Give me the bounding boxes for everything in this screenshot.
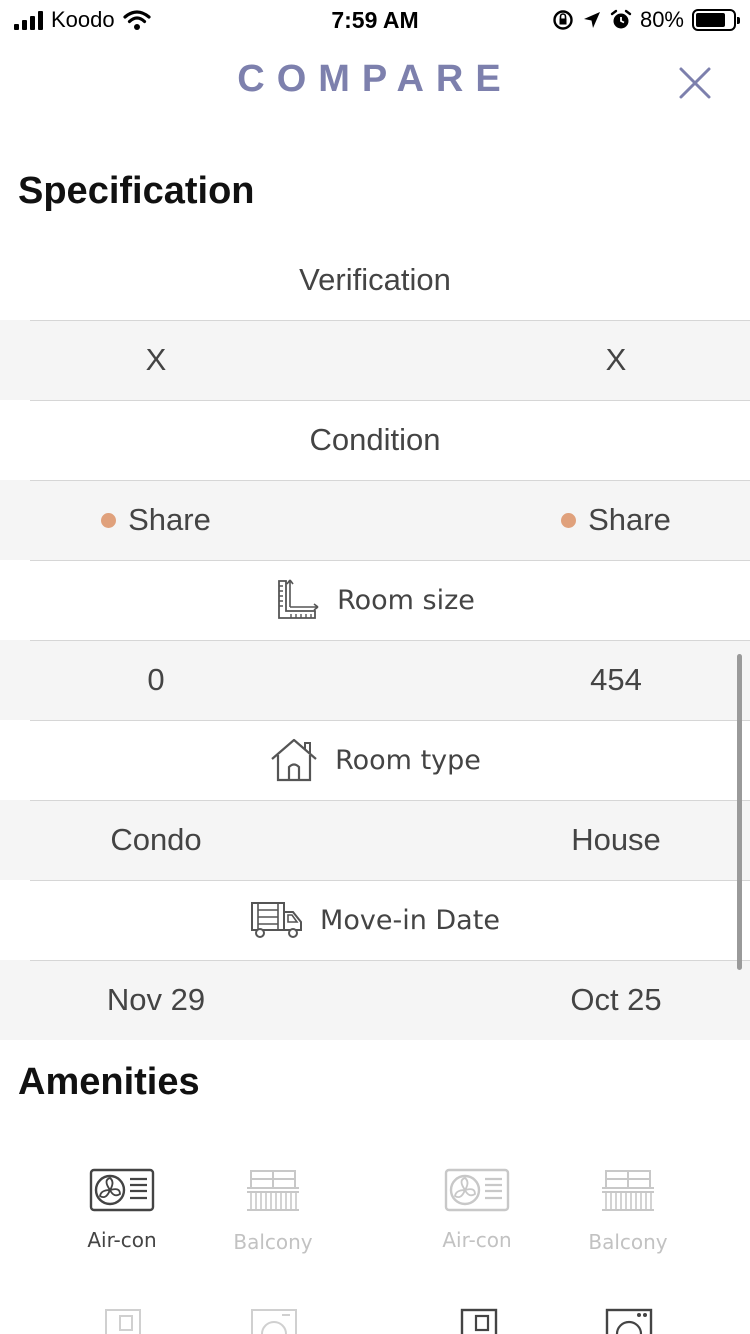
- spec-label-row: Condition: [0, 400, 750, 480]
- balcony-icon: [247, 1170, 299, 1211]
- spec-value-row: X X: [0, 320, 750, 400]
- alarm-icon: [610, 9, 632, 29]
- condition-left-text: Share: [128, 502, 211, 537]
- room-type-right-value: House: [571, 822, 661, 857]
- amenity-item: Air-con: [402, 1168, 552, 1252]
- status-bar: Koodo 7:59 AM 80%: [0, 0, 750, 40]
- scrollbar[interactable]: [737, 654, 742, 970]
- spec-value-row: Share Share: [0, 480, 750, 560]
- cell-signal-icon: [14, 10, 43, 30]
- spec-label-row: Move-in Date: [0, 880, 750, 960]
- specification-title: Specification: [18, 170, 255, 212]
- condition-right-text: Share: [588, 502, 671, 537]
- moving-truck-icon: [251, 902, 303, 938]
- status-right: 80%: [552, 7, 740, 33]
- condition-right-value: Share: [466, 480, 750, 560]
- verification-right-value: X: [605, 342, 627, 377]
- dryer-icon: [605, 1308, 653, 1334]
- spec-value-row: Condo House: [0, 800, 750, 880]
- spec-label-row: Room type: [0, 720, 750, 800]
- air-con-icon: [444, 1168, 510, 1212]
- washer-icon: [460, 1308, 498, 1334]
- close-icon[interactable]: [676, 64, 714, 102]
- amenities-title: Amenities: [18, 1061, 200, 1103]
- carrier-label: Koodo: [51, 7, 115, 32]
- verification-label: Verification: [299, 262, 451, 297]
- room-size-left-value: 0: [147, 662, 165, 697]
- balcony-icon: [602, 1170, 654, 1211]
- page-title: COMPARE: [237, 58, 513, 100]
- spec-value-row: 0 454: [0, 640, 750, 720]
- share-dot-icon: [561, 512, 577, 528]
- condition-label: Condition: [309, 422, 441, 457]
- amenity-label: Balcony: [233, 1230, 313, 1254]
- spec-label-row: Verification: [0, 240, 750, 320]
- spec-label-row: Room size: [0, 560, 750, 640]
- room-size-icon: [278, 579, 319, 619]
- amenity-item: Air-con: [47, 1168, 197, 1252]
- wifi-icon: [123, 10, 151, 30]
- room-size-right-value: 454: [590, 662, 642, 697]
- move-in-left-value: Nov 29: [106, 982, 206, 1017]
- washer-icon: [105, 1309, 141, 1334]
- amenity-label: Balcony: [588, 1230, 668, 1254]
- house-icon: [271, 738, 317, 782]
- battery-percent: 80%: [639, 7, 684, 32]
- amenity-item: Balcony: [553, 1168, 703, 1254]
- air-con-icon: [89, 1168, 155, 1212]
- room-size-label: Room size: [337, 584, 475, 616]
- location-arrow-icon: [583, 12, 600, 28]
- room-type-left-value: Condo: [110, 822, 202, 857]
- battery-icon: [692, 9, 740, 31]
- amenity-label: Air-con: [442, 1228, 512, 1252]
- status-left: Koodo: [14, 7, 151, 33]
- rotation-lock-icon: [553, 10, 573, 30]
- share-dot-icon: [101, 512, 117, 528]
- condition-left-value: Share: [6, 480, 306, 560]
- dryer-icon: [251, 1309, 297, 1334]
- amenity-label: Air-con: [87, 1228, 157, 1252]
- amenity-item: Balcony: [198, 1168, 348, 1254]
- verification-left-value: X: [145, 342, 167, 377]
- room-type-label: Room type: [335, 744, 481, 776]
- move-in-right-value: Oct 25: [570, 982, 662, 1017]
- spec-value-row: Nov 29 Oct 25: [0, 960, 750, 1040]
- move-in-date-label: Move-in Date: [320, 904, 500, 936]
